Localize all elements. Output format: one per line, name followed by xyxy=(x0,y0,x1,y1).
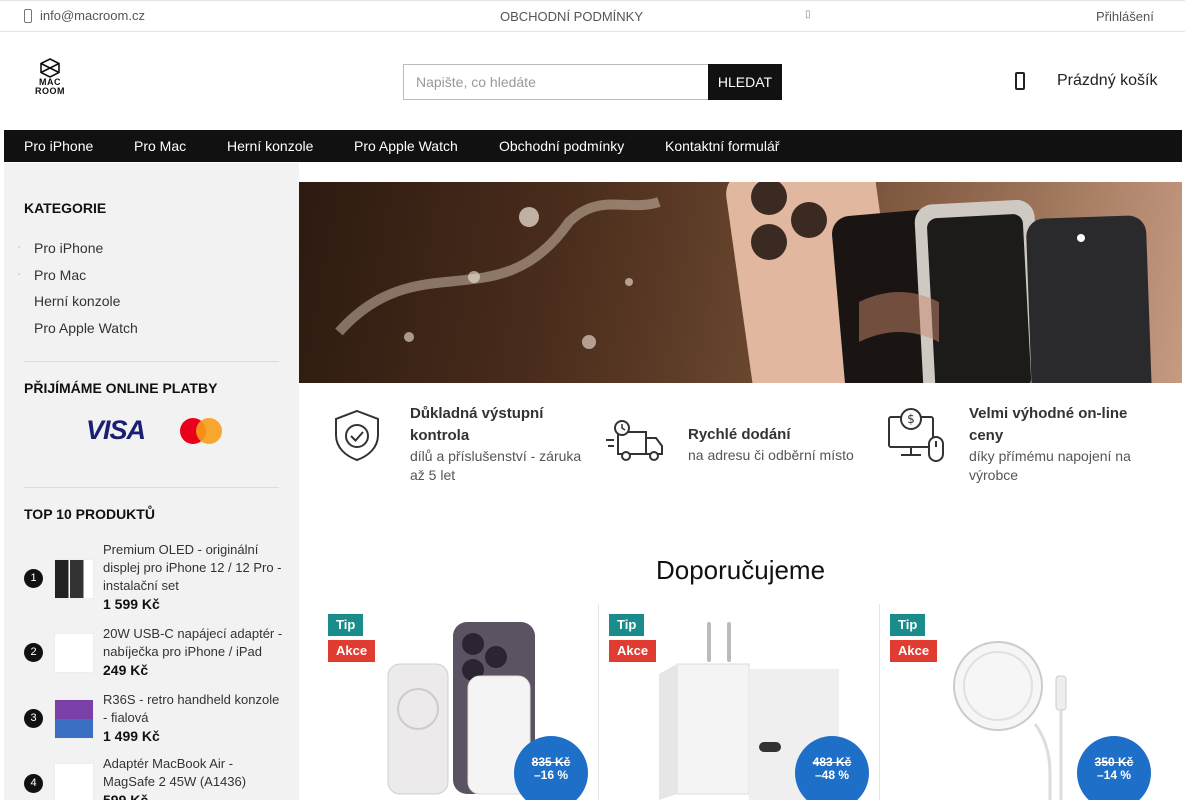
category-pro-iphone[interactable]: ▫ Pro iPhone xyxy=(18,240,104,256)
hero-banner[interactable] xyxy=(299,182,1182,383)
rank-badge: 1 xyxy=(24,569,43,588)
category-herni-konzole[interactable]: Herní konzole xyxy=(34,293,120,309)
search-bar: HLEDAT xyxy=(403,64,782,100)
top-product-price: 599 Kč xyxy=(103,792,149,800)
logo-text-room: ROOM xyxy=(35,86,65,96)
discount-badge: 835 Kč –16 % xyxy=(514,736,588,800)
top-product-item[interactable]: 2 20W USB-C napájecí adaptér - nabíječka… xyxy=(24,625,284,680)
terms-link[interactable]: OBCHODNÍ PODMÍNKY xyxy=(500,9,643,24)
login-link[interactable]: Přihlášení xyxy=(1096,9,1154,24)
dot-icon: ▯ xyxy=(805,9,811,20)
category-pro-apple-watch[interactable]: Pro Apple Watch xyxy=(34,320,138,336)
main-nav: Pro iPhone Pro Mac Herní konzole Pro App… xyxy=(4,130,1182,162)
discount-percent: –16 % xyxy=(533,768,569,782)
shopping-bag-icon xyxy=(1015,72,1025,90)
benefit-delivery: Rychlé dodání na adresu či odběrní místo xyxy=(604,420,874,476)
divider xyxy=(24,487,279,488)
bullet-icon: ▫ xyxy=(18,272,21,278)
bullet-icon: ▫ xyxy=(18,245,21,251)
top-product-item[interactable]: 4 Adaptér MacBook Air - MagSafe 2 45W (A… xyxy=(24,755,284,800)
benefit-title: Rychlé dodání xyxy=(688,426,791,443)
product-thumbnail xyxy=(54,633,94,673)
top-products-heading: TOP 10 PRODUKTŮ xyxy=(24,506,155,522)
rank-badge: 2 xyxy=(24,643,43,662)
email-text: info@macroom.cz xyxy=(40,8,145,23)
logo-mark-icon xyxy=(40,58,60,78)
category-label: Pro Mac xyxy=(34,267,87,283)
cart-label: Prázdný košík xyxy=(1057,72,1158,89)
product-thumbnail xyxy=(54,559,94,599)
top-product-price: 1 599 Kč xyxy=(103,596,160,612)
search-button[interactable]: HLEDAT xyxy=(708,64,782,100)
product-card[interactable]: Tip Akce 350 Kč –14 % xyxy=(880,604,1161,800)
payments-heading: PŘIJÍMÁME ONLINE PLATBY xyxy=(24,380,218,396)
discount-badge: 350 Kč –14 % xyxy=(1077,736,1151,800)
top-bar: info@macroom.cz OBCHODNÍ PODMÍNKY ▯ Přih… xyxy=(0,0,1185,32)
banner-phones-image xyxy=(335,182,1152,383)
benefit-text: na adresu či odběrní místo xyxy=(688,447,854,463)
benefit-text: díky přímému napojení na výrobce xyxy=(969,448,1131,483)
computer-price-icon: $ xyxy=(888,408,944,462)
divider xyxy=(24,361,279,362)
top-product-name: 20W USB-C napájecí adaptér - nabíječka p… xyxy=(103,626,283,659)
nav-pro-iphone[interactable]: Pro iPhone xyxy=(24,138,93,154)
benefit-quality: Důkladná výstupní kontrola dílů a příslu… xyxy=(326,403,586,485)
top-product-price: 249 Kč xyxy=(103,662,149,678)
category-label: Pro iPhone xyxy=(34,240,104,256)
discount-percent: –48 % xyxy=(814,768,850,782)
recommended-heading: Doporučujeme xyxy=(655,555,826,585)
delivery-truck-icon xyxy=(606,420,663,461)
cart-button[interactable]: Prázdný košík xyxy=(1015,72,1157,90)
rank-badge: 3 xyxy=(24,709,43,728)
product-card[interactable]: Tip Akce 483 Kč –48 % xyxy=(599,604,880,800)
discount-percent: –14 % xyxy=(1096,768,1132,782)
product-card[interactable]: Tip Akce 835 Kč –16 % xyxy=(318,604,599,800)
nav-herni-konzole[interactable]: Herní konzole xyxy=(227,138,313,154)
sidebar: KATEGORIE ▫ Pro iPhone ▫ Pro Mac Herní k… xyxy=(4,163,299,800)
top-product-price: 1 499 Kč xyxy=(103,728,160,744)
nav-kontaktni-formular[interactable]: Kontaktní formulář xyxy=(665,138,779,154)
benefit-text: dílů a příslušenství - záruka až 5 let xyxy=(410,448,582,483)
nav-obchodni-podminky[interactable]: Obchodní podmínky xyxy=(499,138,624,154)
benefit-title: Velmi výhodné on-line ceny xyxy=(969,405,1128,444)
benefit-prices: $ Velmi výhodné on-line ceny díky přímém… xyxy=(885,403,1165,485)
nav-pro-apple-watch[interactable]: Pro Apple Watch xyxy=(354,138,458,154)
search-input[interactable] xyxy=(403,64,708,100)
top-product-item[interactable]: 3 R36S - retro handheld konzole - fialov… xyxy=(24,691,284,746)
svg-text:$: $ xyxy=(907,412,915,426)
categories-heading: KATEGORIE xyxy=(24,200,107,216)
nav-pro-mac[interactable]: Pro Mac xyxy=(134,138,186,154)
product-thumbnail xyxy=(54,763,94,800)
rank-badge: 4 xyxy=(24,774,43,793)
mastercard-logo xyxy=(180,418,222,444)
shield-check-icon xyxy=(335,409,379,462)
logo[interactable]: MAC ROOM xyxy=(30,58,70,104)
top-product-name: Premium OLED - originální displej pro iP… xyxy=(103,542,282,593)
top-product-name: Adaptér MacBook Air - MagSafe 2 45W (A14… xyxy=(103,756,247,789)
discount-badge: 483 Kč –48 % xyxy=(795,736,869,800)
benefit-title: Důkladná výstupní kontrola xyxy=(410,405,544,444)
phone-icon xyxy=(24,8,32,23)
top-product-item[interactable]: 1 Premium OLED - originální displej pro … xyxy=(24,541,284,612)
email-link[interactable]: info@macroom.cz xyxy=(24,8,145,23)
product-thumbnail xyxy=(54,699,94,739)
top-product-name: R36S - retro handheld konzole - fialová xyxy=(103,692,280,725)
visa-logo: VISA xyxy=(86,415,146,445)
category-pro-mac[interactable]: ▫ Pro Mac xyxy=(18,267,87,283)
